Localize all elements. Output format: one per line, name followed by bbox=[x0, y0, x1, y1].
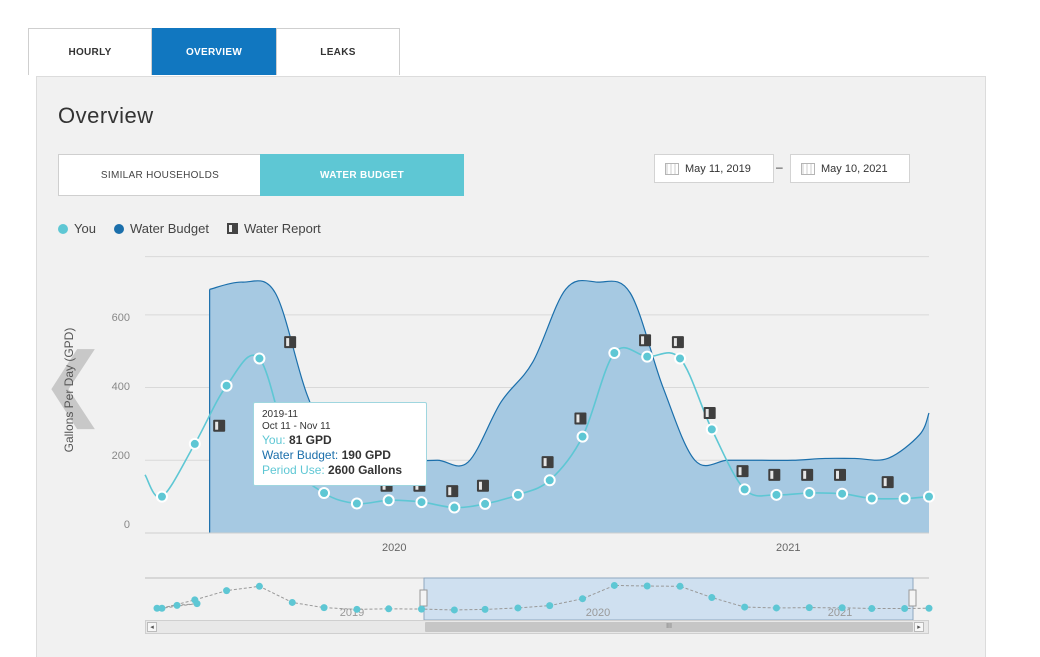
navigator-data-point bbox=[223, 587, 231, 595]
navigator-data-point bbox=[418, 605, 426, 613]
navigator-data-point bbox=[643, 582, 651, 590]
navigator-data-point bbox=[320, 604, 328, 612]
scroll-right-arrow-icon[interactable]: ▸ bbox=[914, 622, 924, 632]
navigator-data-point bbox=[901, 605, 909, 613]
navigator-data-point bbox=[579, 595, 587, 603]
navigator-scrollbar[interactable]: ◂ III ▸ bbox=[145, 620, 929, 634]
scroll-left-arrow-icon[interactable]: ◂ bbox=[147, 622, 157, 632]
navigator-chart[interactable]: 2019 2020 2021 bbox=[0, 0, 1040, 656]
navigator-data-point bbox=[805, 604, 813, 612]
navigator-data-point bbox=[708, 594, 716, 602]
scrollbar-thumb[interactable]: III bbox=[425, 622, 913, 632]
navigator-data-point bbox=[546, 602, 554, 610]
navigator-data-point bbox=[191, 596, 199, 604]
navigator-data-point bbox=[255, 582, 263, 590]
navigator-data-point bbox=[741, 603, 749, 611]
navigator-handle-right[interactable] bbox=[908, 589, 917, 607]
navigator-data-point bbox=[173, 601, 181, 609]
navigator-data-point bbox=[288, 598, 296, 606]
navigator-data-point bbox=[385, 605, 393, 613]
navigator-handle-left[interactable] bbox=[419, 589, 428, 607]
navigator-data-point bbox=[868, 605, 876, 613]
navigator-data-point bbox=[450, 606, 458, 614]
navigator-year-label: 2020 bbox=[586, 607, 610, 619]
navigator-data-point bbox=[481, 605, 489, 613]
navigator-data-point bbox=[353, 605, 361, 613]
navigator-data-point bbox=[610, 581, 618, 589]
navigator-data-point bbox=[158, 604, 166, 612]
navigator-data-point bbox=[514, 604, 522, 612]
navigator-data-point bbox=[676, 582, 684, 590]
navigator-data-point bbox=[838, 604, 846, 612]
navigator-data-point bbox=[772, 604, 780, 612]
navigator-data-point bbox=[925, 604, 933, 612]
